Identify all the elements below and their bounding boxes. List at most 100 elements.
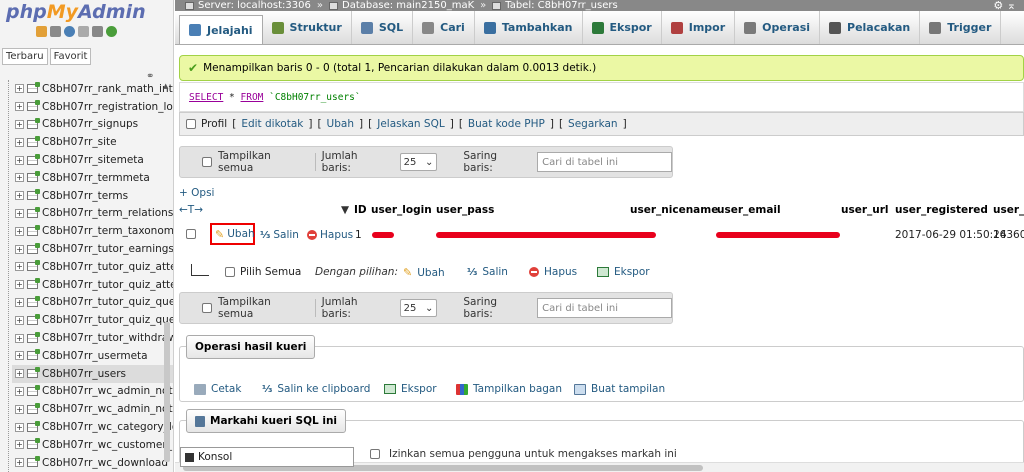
column-user-url[interactable]: user_url	[841, 204, 889, 216]
sidebar-table-name[interactable]: C8bH07rr_site	[42, 136, 117, 148]
column-id[interactable]: ID	[354, 204, 367, 216]
table-icon[interactable]	[27, 189, 40, 201]
settings-icon[interactable]	[92, 26, 103, 37]
sidebar-table-item[interactable]: + C8bH07rr_terms	[12, 187, 173, 205]
sidebar-table-item[interactable]: + C8bH07rr_registration_log	[12, 98, 173, 116]
breadcrumb-table[interactable]: Tabel: C8bH07rr_users	[492, 0, 618, 11]
sidebar-table-item[interactable]: + C8bH07rr_wc_admin_note	[12, 400, 173, 418]
expand-icon[interactable]: +	[15, 137, 24, 147]
sidebar-table-item[interactable]: + C8bH07rr_tutor_quiz_que	[12, 311, 173, 329]
logout-icon[interactable]	[50, 26, 61, 37]
breadcrumb-database[interactable]: Database: main2150_maK	[329, 0, 474, 11]
reload-icon[interactable]	[106, 26, 117, 37]
tab-struktur[interactable]: Struktur	[263, 11, 352, 44]
rows-select[interactable]: 25 ⌄	[399, 153, 438, 171]
expand-icon[interactable]: +	[15, 280, 24, 290]
expand-icon[interactable]: +	[15, 155, 24, 165]
sidebar-table-item[interactable]: + C8bH07rr_term_taxonomy	[12, 222, 173, 240]
row-edit-button[interactable]: ✎ Ubah	[210, 223, 255, 245]
table-icon[interactable]	[27, 349, 40, 361]
sidebar-table-name[interactable]: C8bH07rr_wc_customer_l	[42, 439, 173, 451]
cell-user-registered[interactable]: 2017-06-29 01:50:24	[895, 229, 1007, 241]
sidebar-table-item[interactable]: + C8bH07rr_tutor_quiz_atte	[12, 258, 173, 276]
column-user-login[interactable]: user_login	[371, 204, 432, 216]
sidebar-table-name[interactable]: C8bH07rr_users	[42, 368, 126, 380]
sidebar-scrollbar[interactable]: ▲	[162, 82, 172, 466]
filter-rows-input[interactable]: Cari di tabel ini	[537, 298, 672, 318]
cell-id[interactable]: 1	[355, 229, 362, 241]
display-chart-button[interactable]: Tampilkan bagan	[456, 383, 562, 395]
sidebar-table-item[interactable]: + C8bH07rr_users	[12, 364, 173, 383]
sidebar-table-name[interactable]: C8bH07rr_tutor_quiz_atte	[42, 261, 173, 273]
tab-recent[interactable]: Terbaru	[2, 48, 48, 65]
show-all-checkbox[interactable]	[202, 157, 212, 167]
rows-select[interactable]: 25 ⌄	[399, 299, 438, 317]
column-user-pass[interactable]: user_pass	[436, 204, 494, 216]
tab-ekspor[interactable]: Ekspor	[583, 11, 662, 44]
gear-icon[interactable]: ⚙	[993, 0, 1003, 11]
tab-sql[interactable]: SQL	[352, 11, 414, 44]
table-icon[interactable]	[27, 278, 40, 290]
sidebar-table-name[interactable]: C8bH07rr_wc_admin_note	[42, 385, 173, 397]
expand-icon[interactable]: +	[15, 297, 24, 307]
column-arrows[interactable]: ←T→	[179, 204, 203, 216]
expand-icon[interactable]: +	[15, 119, 24, 129]
expand-icon[interactable]: +	[15, 458, 24, 468]
sidebar-table-item[interactable]: + C8bH07rr_tutor_quiz_que	[12, 294, 173, 312]
column-user-registered[interactable]: user_registered	[895, 204, 988, 216]
allow-all-users-control[interactable]: Izinkan semua pengguna untuk mengakses m…	[370, 448, 677, 460]
sidebar-table-name[interactable]: C8bH07rr_rank_math_inte	[42, 83, 173, 95]
table-icon[interactable]	[27, 438, 40, 450]
table-icon[interactable]	[27, 224, 40, 236]
sidebar-table-name[interactable]: C8bH07rr_usermeta	[42, 350, 148, 362]
expand-icon[interactable]: +	[15, 244, 24, 254]
tab-impor[interactable]: Impor	[662, 11, 736, 44]
help-icon[interactable]	[64, 26, 75, 37]
expand-icon[interactable]: +	[15, 102, 24, 112]
options-toggle-link[interactable]: + Opsi	[179, 187, 214, 199]
table-icon[interactable]	[27, 171, 40, 183]
tab-tambahkan[interactable]: Tambahkan	[475, 11, 583, 44]
scroll-up-icon[interactable]: ▲	[163, 82, 168, 90]
sidebar-table-item[interactable]: + C8bH07rr_tutor_earnings	[12, 240, 173, 258]
sidebar-table-name[interactable]: C8bH07rr_registration_log	[42, 101, 173, 113]
sidebar-table-name[interactable]: C8bH07rr_termmeta	[42, 172, 150, 184]
sidebar-table-name[interactable]: C8bH07rr_wc_download	[42, 457, 168, 469]
sidebar-table-item[interactable]: + C8bH07rr_wc_admin_note	[12, 383, 173, 401]
explain-sql-link[interactable]: Jelaskan SQL	[377, 118, 444, 130]
filter-rows-input[interactable]: Cari di tabel ini	[537, 152, 672, 172]
sidebar-table-item[interactable]: + C8bH07rr_wc_customer_l	[12, 436, 173, 454]
inline-edit-link[interactable]: Edit dikotak	[241, 118, 303, 130]
table-icon[interactable]	[27, 295, 40, 307]
sidebar-table-name[interactable]: C8bH07rr_terms	[42, 190, 128, 202]
expand-icon[interactable]: +	[15, 422, 24, 432]
column-user-email[interactable]: user_email	[717, 204, 781, 216]
row-copy-button[interactable]: ⅓ Salin	[260, 229, 299, 241]
table-icon[interactable]	[27, 384, 40, 396]
column-user-activation[interactable]: user_a	[993, 204, 1024, 216]
table-icon[interactable]	[27, 82, 40, 94]
cell-user-activation[interactable]: 163602	[993, 229, 1024, 241]
expand-icon[interactable]: +	[15, 351, 24, 361]
sidebar-table-item[interactable]: + C8bH07rr_rank_math_inte	[12, 80, 173, 98]
expand-icon[interactable]: +	[15, 315, 24, 325]
tab-operasi[interactable]: Operasi	[735, 11, 821, 44]
bulk-edit-button[interactable]: ✎ Ubah	[403, 266, 445, 279]
sidebar-table-item[interactable]: + C8bH07rr_tutor_quiz_atte	[12, 276, 173, 294]
phpmyadmin-logo[interactable]: phpMyAdmin	[6, 1, 146, 23]
expand-icon[interactable]: +	[15, 262, 24, 272]
allow-all-users-checkbox[interactable]	[370, 449, 380, 459]
profiling-checkbox[interactable]	[186, 119, 196, 129]
expand-icon[interactable]: +	[15, 84, 24, 94]
print-button[interactable]: Cetak	[194, 383, 241, 395]
table-icon[interactable]	[27, 100, 40, 112]
expand-icon[interactable]: +	[15, 173, 24, 183]
expand-icon[interactable]: +	[15, 226, 24, 236]
refresh-link[interactable]: Segarkan	[568, 118, 618, 130]
sidebar-table-item[interactable]: + C8bH07rr_site	[12, 133, 173, 151]
sql-keyword-select[interactable]: SELECT	[189, 92, 223, 103]
table-icon[interactable]	[27, 242, 40, 254]
tab-pelacakan[interactable]: Pelacakan	[820, 11, 921, 44]
tab-favorite[interactable]: Favorit	[49, 48, 92, 65]
row-delete-button[interactable]: Hapus	[307, 229, 353, 241]
